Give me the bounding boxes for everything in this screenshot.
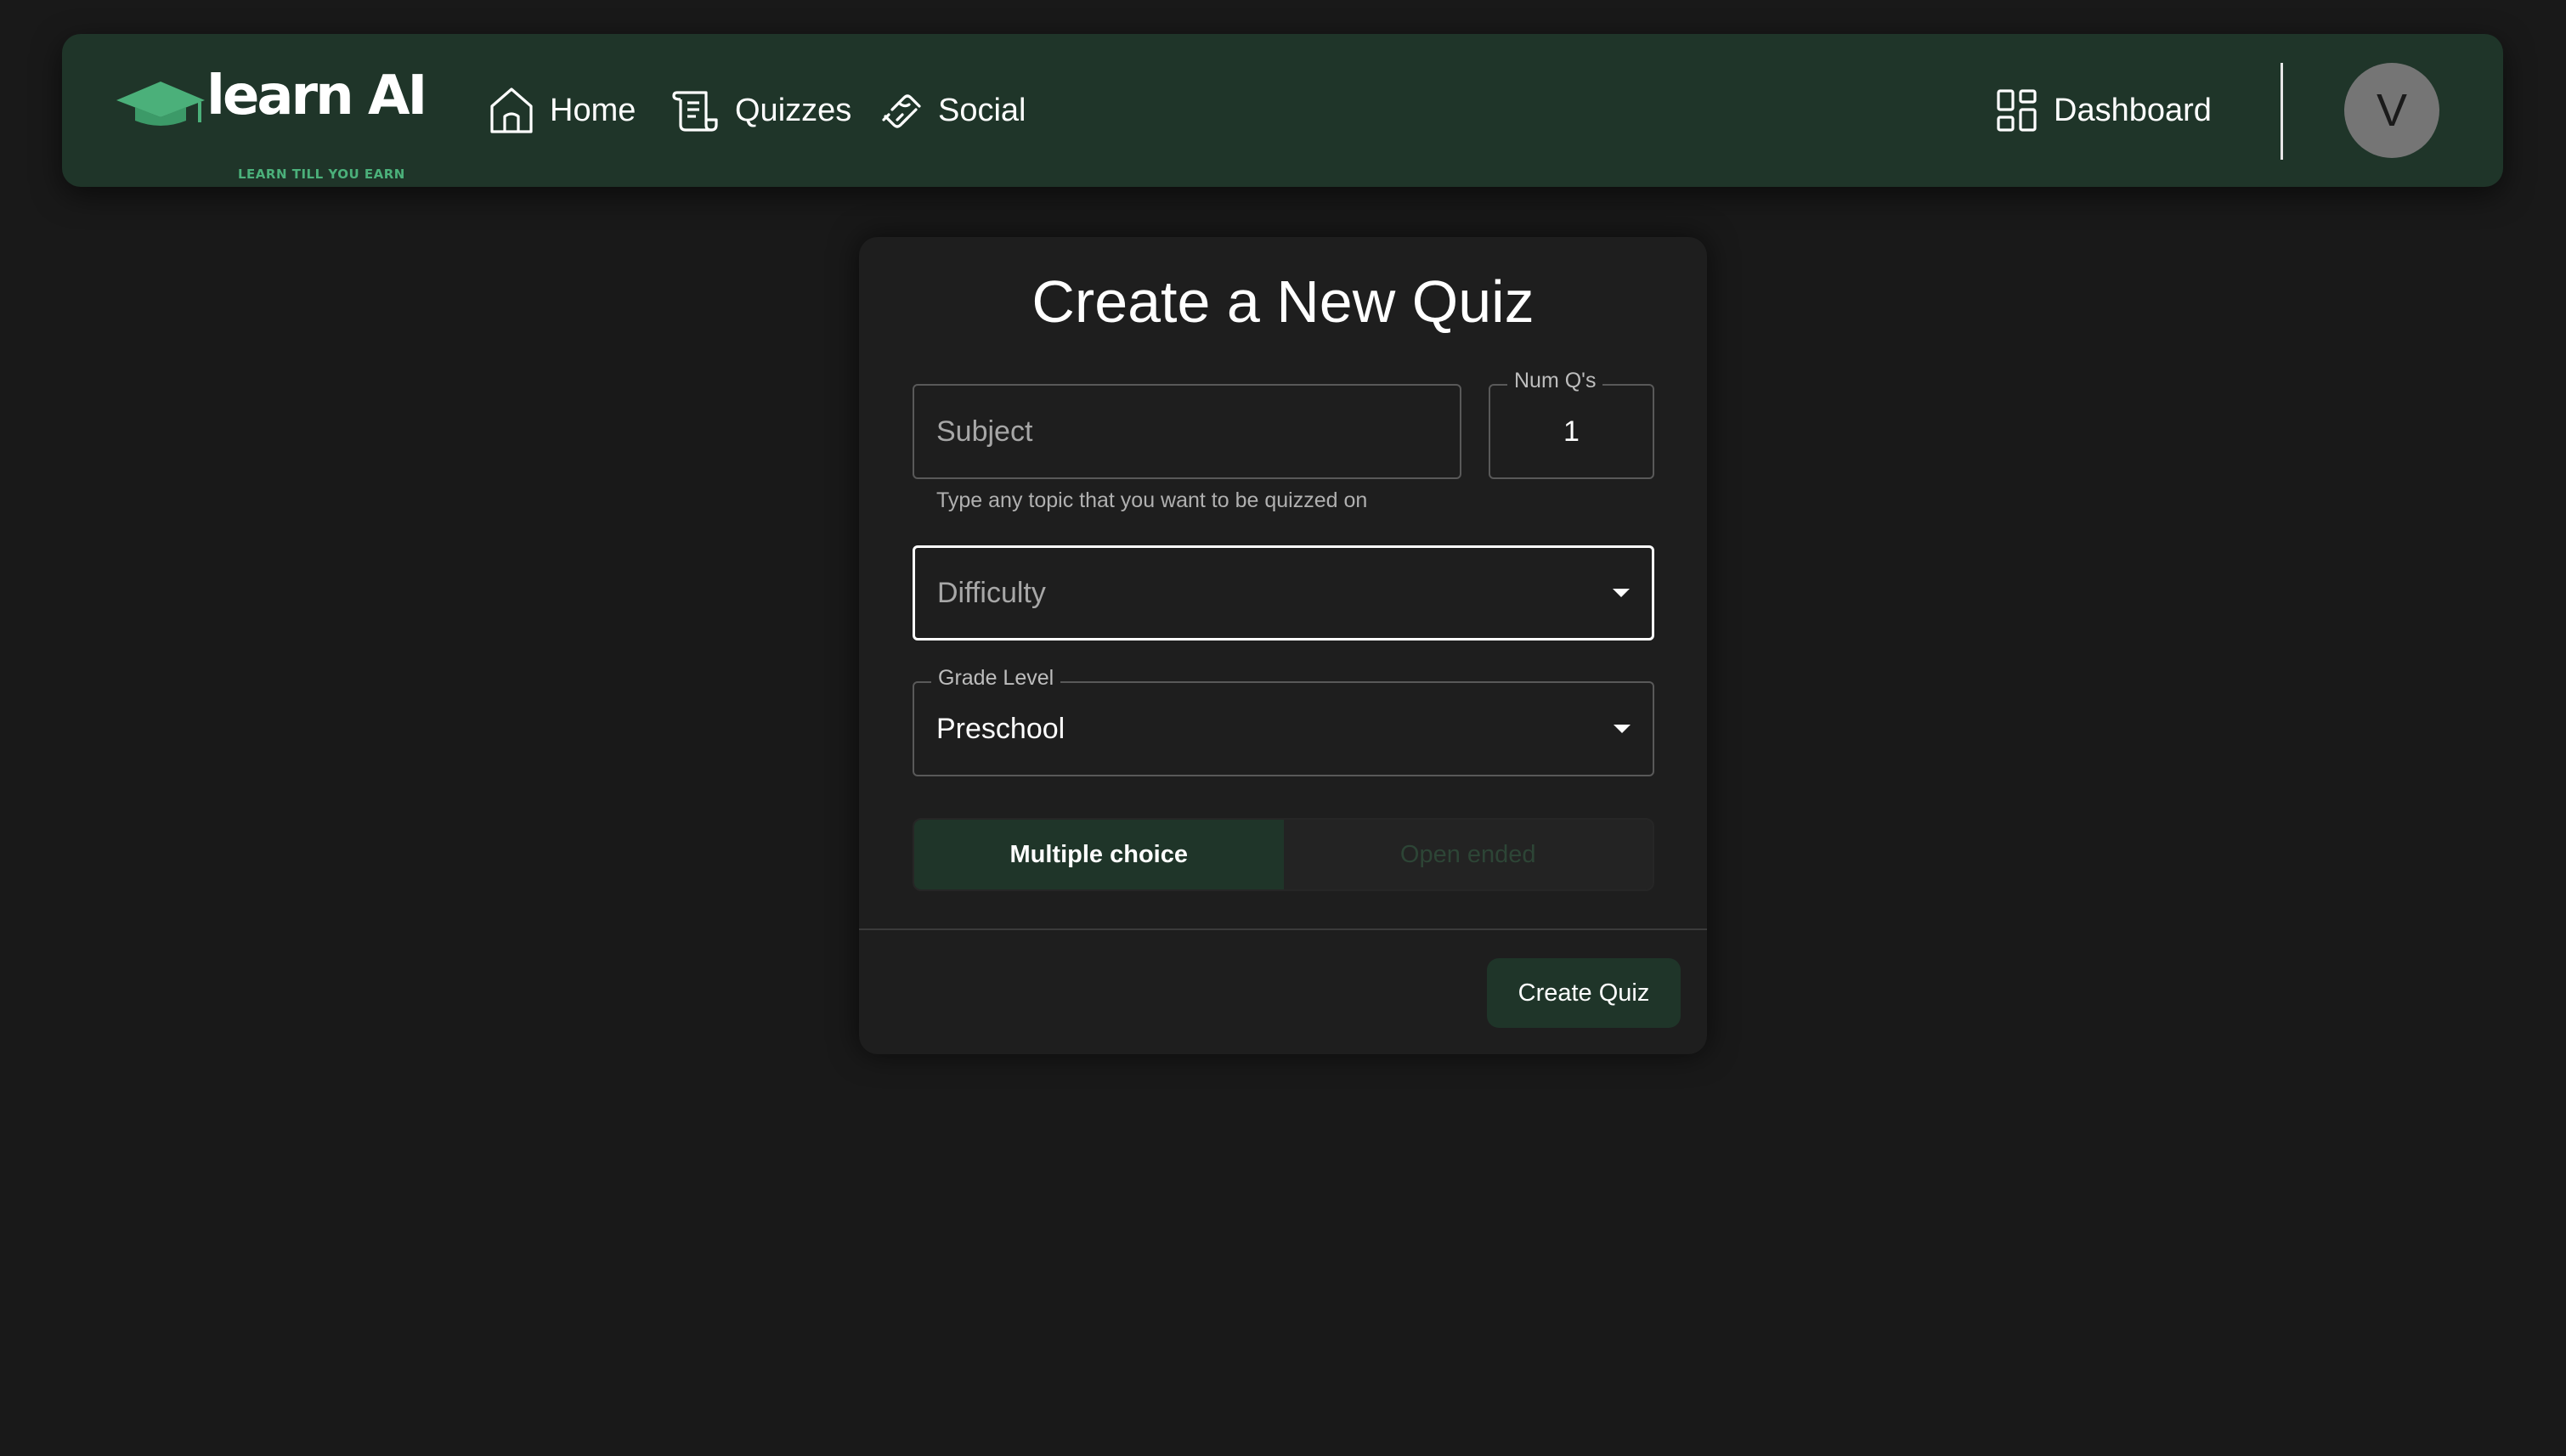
chevron-down-icon [1613, 589, 1630, 597]
open-ended-toggle[interactable]: Open ended [1284, 820, 1653, 889]
page-title: Create a New Quiz [1031, 268, 1535, 335]
difficulty-select[interactable]: Difficulty [913, 545, 1654, 641]
num-questions-field: Num Q's [1489, 369, 1654, 479]
grid-icon [1997, 89, 2037, 132]
card-divider [859, 928, 1707, 930]
nav-social-link[interactable]: Social [882, 85, 1026, 136]
nav-social-label: Social [938, 92, 1026, 128]
home-icon [490, 87, 533, 133]
nav-quizzes-label: Quizzes [735, 92, 852, 128]
brand-tagline: LEARN TILL YOU EARN [238, 166, 405, 182]
brand-logo[interactable]: learn AI LEARN TILL YOU EARN [115, 65, 438, 187]
create-quiz-card: Create a New Quiz Num Q's Type any topic… [859, 237, 1707, 1054]
nav-dashboard-link[interactable]: Dashboard [1996, 85, 2212, 136]
top-navbar: learn AI LEARN TILL YOU EARN Home Quizze… [62, 34, 2503, 187]
nav-divider [2281, 63, 2283, 160]
handshake-icon [882, 94, 921, 128]
create-quiz-button[interactable]: Create Quiz [1487, 958, 1681, 1028]
grade-level-value: Preschool [936, 712, 1065, 745]
nav-home-label: Home [550, 92, 636, 128]
subject-helper-text: Type any topic that you want to be quizz… [936, 488, 1368, 512]
num-questions-label: Num Q's [1507, 369, 1603, 393]
nav-home-link[interactable]: Home [489, 85, 636, 136]
grade-level-select[interactable]: Grade Level Preschool [913, 666, 1654, 776]
num-questions-input[interactable] [1490, 386, 1653, 477]
avatar[interactable]: V [2344, 63, 2439, 158]
chevron-down-icon [1614, 725, 1631, 733]
brand-name: learn AI [206, 65, 427, 127]
nav-quizzes-link[interactable]: Quizzes [672, 85, 851, 136]
question-type-toggle: Multiple choice Open ended [913, 818, 1654, 891]
difficulty-placeholder: Difficulty [937, 576, 1046, 609]
multiple-choice-toggle[interactable]: Multiple choice [914, 820, 1284, 889]
grade-level-label: Grade Level [931, 666, 1061, 691]
scroll-icon [672, 91, 718, 132]
subject-field [913, 384, 1461, 479]
graduation-cap-icon [116, 82, 205, 126]
nav-dashboard-label: Dashboard [2054, 92, 2212, 128]
subject-input[interactable] [914, 386, 1460, 477]
